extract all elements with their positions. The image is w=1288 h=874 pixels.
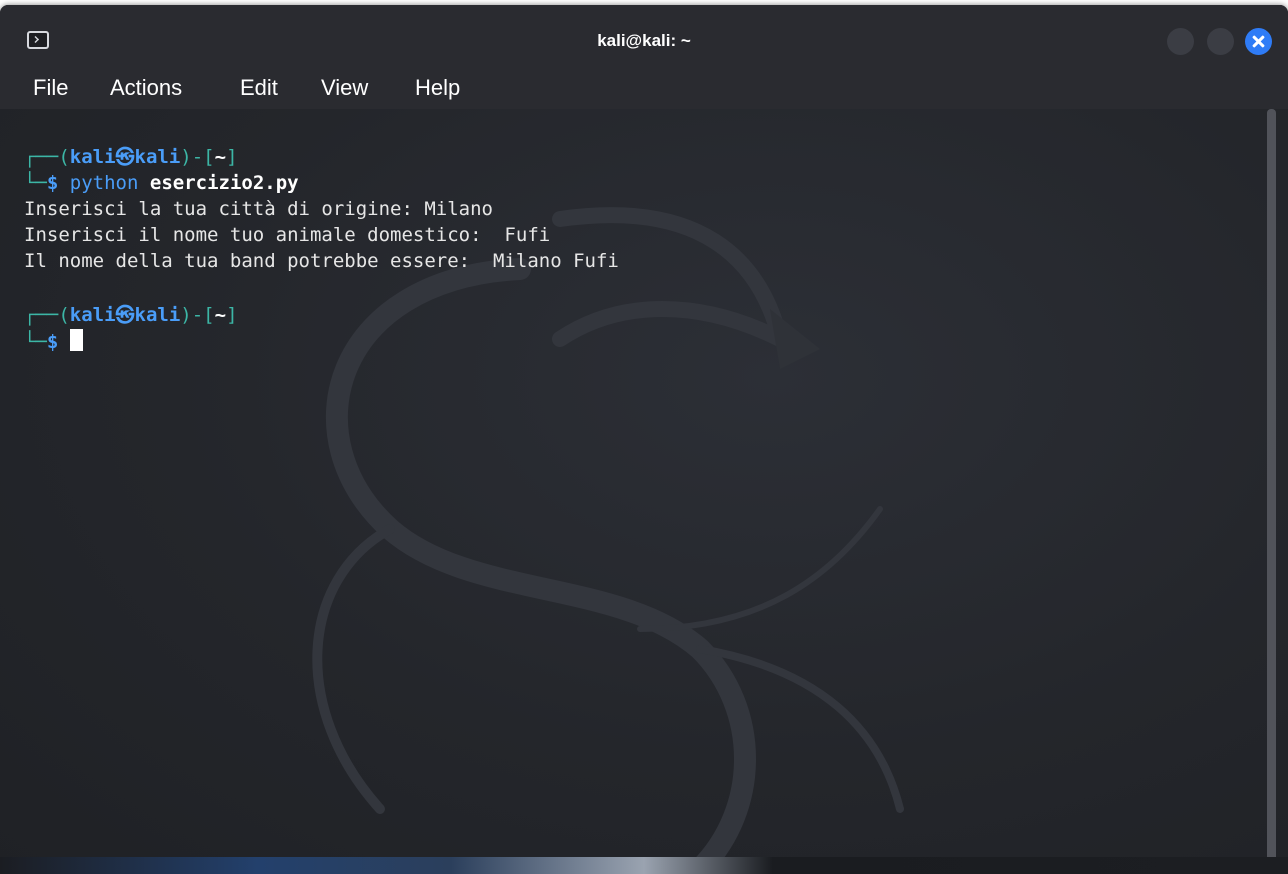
title-bar[interactable]: kali@kali: ~ [0,5,1288,65]
command-name: python [69,172,139,194]
command-line-1: └─$ python esercizio2.py [24,172,299,194]
menu-edit[interactable]: Edit [240,75,278,101]
maximize-button[interactable] [1207,28,1234,55]
output-line-2: Inserisci il nome tuo animale domestico:… [24,224,551,246]
prompt-line-1: ┌──(kali㉿kali)-[~] [24,146,238,168]
minimize-button[interactable] [1167,28,1194,55]
menu-actions[interactable]: Actions [110,75,182,101]
output-line-1: Inserisci la tua città di origine: Milan… [24,198,493,220]
desktop-taskbar-strip [0,857,1288,874]
command-line-2[interactable]: └─$ [24,329,83,354]
prompt-user-host: kali㉿kali [69,146,181,168]
terminal-window: kali@kali: ~ File Actions Edit View Help… [0,5,1288,874]
prompt-user-host: kali㉿kali [69,304,181,326]
prompt-line-2: ┌──(kali㉿kali)-[~] [24,304,238,326]
menu-view[interactable]: View [321,75,368,101]
terminal-output-area[interactable]: ┌──(kali㉿kali)-[~] └─$ python esercizio2… [0,109,1288,874]
vertical-scrollbar[interactable] [1267,109,1276,864]
close-button[interactable] [1245,28,1272,55]
menu-help[interactable]: Help [415,75,460,101]
menu-bar: File Actions Edit View Help [0,65,1288,109]
text-cursor [69,329,83,351]
output-line-3: Il nome della tua band potrebbe essere: … [24,250,619,272]
menu-file[interactable]: File [33,75,68,101]
command-arg: esercizio2.py [149,172,299,194]
window-title: kali@kali: ~ [597,31,691,50]
